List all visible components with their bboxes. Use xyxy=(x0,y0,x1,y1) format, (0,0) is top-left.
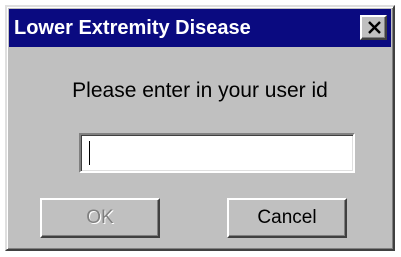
dialog-title: Lower Extremity Disease xyxy=(14,17,251,39)
close-icon xyxy=(368,21,381,34)
text-caret xyxy=(89,141,90,165)
ok-button[interactable]: OK xyxy=(40,198,160,238)
user-id-prompt: Please enter in your user id xyxy=(72,79,328,102)
cancel-button[interactable]: Cancel xyxy=(227,198,347,238)
title-bar[interactable]: Lower Extremity Disease xyxy=(9,9,391,47)
login-dialog: Lower Extremity Disease Please enter in … xyxy=(5,5,395,251)
user-id-input[interactable] xyxy=(79,133,355,173)
close-button[interactable] xyxy=(360,15,387,40)
